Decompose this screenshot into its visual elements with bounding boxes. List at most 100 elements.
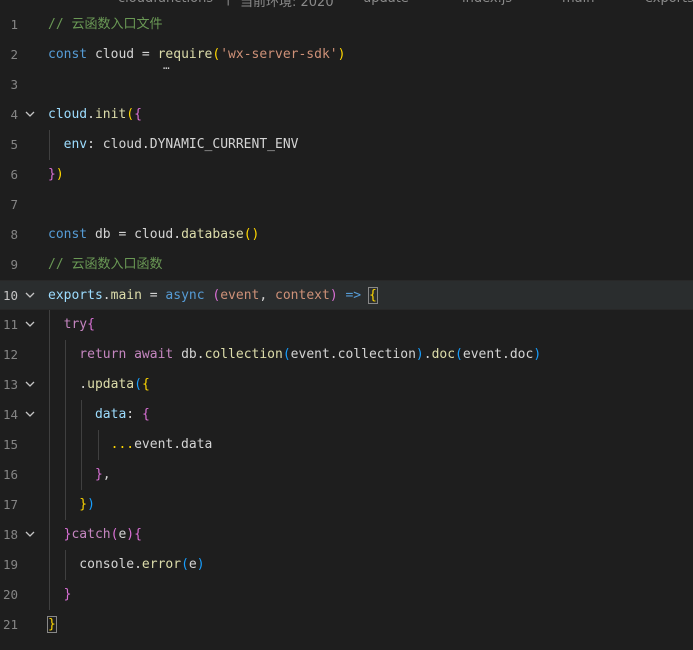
code-line[interactable]: 6})	[0, 160, 693, 190]
breadcrumb-item[interactable]: update	[363, 0, 409, 6]
line-number: 17	[2, 497, 18, 512]
breadcrumb-item[interactable]: index.js	[462, 0, 512, 6]
fold-chevron-icon[interactable]	[22, 100, 38, 130]
fold-chevron-icon[interactable]	[22, 370, 38, 400]
code-token: db.	[173, 347, 205, 362]
line-number: 19	[2, 557, 18, 572]
code-line[interactable]: 5 env: cloud.DYNAMIC_CURRENT_ENV	[0, 130, 693, 160]
code-token: const	[48, 47, 88, 62]
code-line[interactable]: 8 const db = cloud.database()	[0, 220, 693, 250]
code-token: ()	[243, 227, 260, 242]
fold-chevron-icon[interactable]	[22, 310, 38, 340]
code-line[interactable]: 4 cloud.init({	[0, 100, 693, 130]
code-token: )	[415, 347, 424, 362]
line-number: 9	[10, 257, 18, 272]
code-token: )	[337, 47, 346, 62]
code-token: {	[134, 107, 142, 122]
code-line[interactable]: 14 data: {	[0, 400, 693, 430]
code-token: async	[165, 288, 205, 303]
breadcrumb-item[interactable]: exports	[645, 0, 693, 6]
code-token: event.collection	[290, 347, 416, 362]
code-token: {	[141, 377, 150, 392]
code-token: .	[48, 377, 88, 392]
code-token: // 云函数入口函数	[48, 257, 163, 272]
code-token: db = cloud.	[87, 227, 182, 242]
code-token: (	[282, 347, 291, 362]
code-token: const	[48, 227, 88, 242]
code-token: (	[126, 107, 135, 122]
code-token: )	[329, 288, 338, 303]
fold-chevron-icon[interactable]	[22, 520, 38, 550]
code-token: }	[48, 527, 72, 542]
code-token: {	[141, 407, 150, 422]
code-token: try	[48, 317, 88, 332]
code-line[interactable]: 1 // 云函数入口文件	[0, 10, 693, 40]
code-token: context	[275, 288, 330, 303]
code-token: 'wx-server-sdk'	[220, 47, 338, 62]
code-token: return	[48, 347, 127, 362]
code-token: ,	[259, 288, 276, 303]
code-text: }	[48, 580, 72, 610]
code-line[interactable]: 10 exports.main = async (event, context) …	[0, 280, 693, 310]
code-token: catch	[71, 527, 111, 542]
code-line[interactable]: 19 console.error(e)	[0, 550, 693, 580]
code-text: return await db.collection(event.collect…	[48, 340, 541, 370]
code-token: .	[423, 347, 432, 362]
code-token: (	[455, 347, 463, 362]
code-token: e	[188, 557, 197, 572]
code-token: )	[196, 557, 205, 572]
code-text: // 云函数入口文件	[48, 10, 162, 40]
code-text: cloud.init({	[48, 100, 142, 130]
code-text: }catch(e){	[48, 520, 142, 550]
code-token: main	[110, 288, 142, 303]
line-number: 13	[2, 377, 18, 392]
code-token: doc	[431, 347, 456, 362]
line-number: 2	[10, 47, 18, 62]
breadcrumb-item[interactable]: |	[226, 0, 230, 6]
code-line[interactable]: 3	[0, 70, 693, 100]
code-line[interactable]: 11 try{	[0, 310, 693, 340]
line-number: 4	[10, 107, 18, 122]
code-token: exports	[48, 288, 103, 303]
code-token: event.data	[134, 437, 213, 452]
code-line[interactable]: 9 // 云函数入口函数	[0, 250, 693, 280]
code-token: .	[102, 288, 111, 303]
code-token: =	[141, 288, 166, 303]
code-line[interactable]: 7	[0, 190, 693, 220]
line-number: 18	[2, 527, 18, 542]
code-token: .	[87, 107, 95, 122]
code-line[interactable]: 18 }catch(e){	[0, 520, 693, 550]
code-token: cloud =	[87, 47, 158, 62]
breadcrumb-item[interactable]: main	[562, 0, 594, 6]
code-text: const cloud = require('wx-server-sdk')	[48, 40, 345, 70]
code-line[interactable]: 16 },	[0, 460, 693, 490]
code-line[interactable]: 12 return await db.collection(event.coll…	[0, 340, 693, 370]
line-number: 7	[10, 197, 18, 212]
code-line[interactable]: 20 }	[0, 580, 693, 610]
breadcrumb-item[interactable]: cloudfunctions	[118, 0, 213, 6]
code-text: console.error(e)	[48, 550, 205, 580]
code-token: =>	[345, 288, 362, 303]
code-text: env: cloud.DYNAMIC_CURRENT_ENV	[48, 130, 299, 160]
code-token: console	[48, 557, 135, 572]
hint-dots-icon[interactable]: …	[163, 60, 170, 71]
code-line[interactable]: 17 })	[0, 490, 693, 520]
code-token: )	[55, 167, 64, 182]
line-number: 14	[2, 407, 18, 422]
code-line[interactable]: 2 const cloud = require('wx-server-sdk')…	[0, 40, 693, 71]
code-text: exports.main = async (event, context) =>…	[48, 281, 378, 311]
code-token: event	[220, 288, 260, 303]
code-token: {	[367, 287, 378, 304]
breadcrumb-item[interactable]: 当前环境: 2020	[240, 0, 334, 10]
code-token: }	[48, 167, 56, 182]
code-token: }	[48, 467, 103, 482]
code-line[interactable]: 13 .updata({	[0, 370, 693, 400]
code-token: collection	[204, 347, 283, 362]
fold-chevron-icon[interactable]	[22, 400, 38, 430]
code-text: const db = cloud.database()	[48, 220, 259, 250]
code-line[interactable]: 21}	[0, 610, 693, 640]
code-line[interactable]: 15 ...event.data	[0, 430, 693, 460]
fold-chevron-icon[interactable]	[22, 281, 38, 311]
line-number: 11	[2, 317, 18, 332]
